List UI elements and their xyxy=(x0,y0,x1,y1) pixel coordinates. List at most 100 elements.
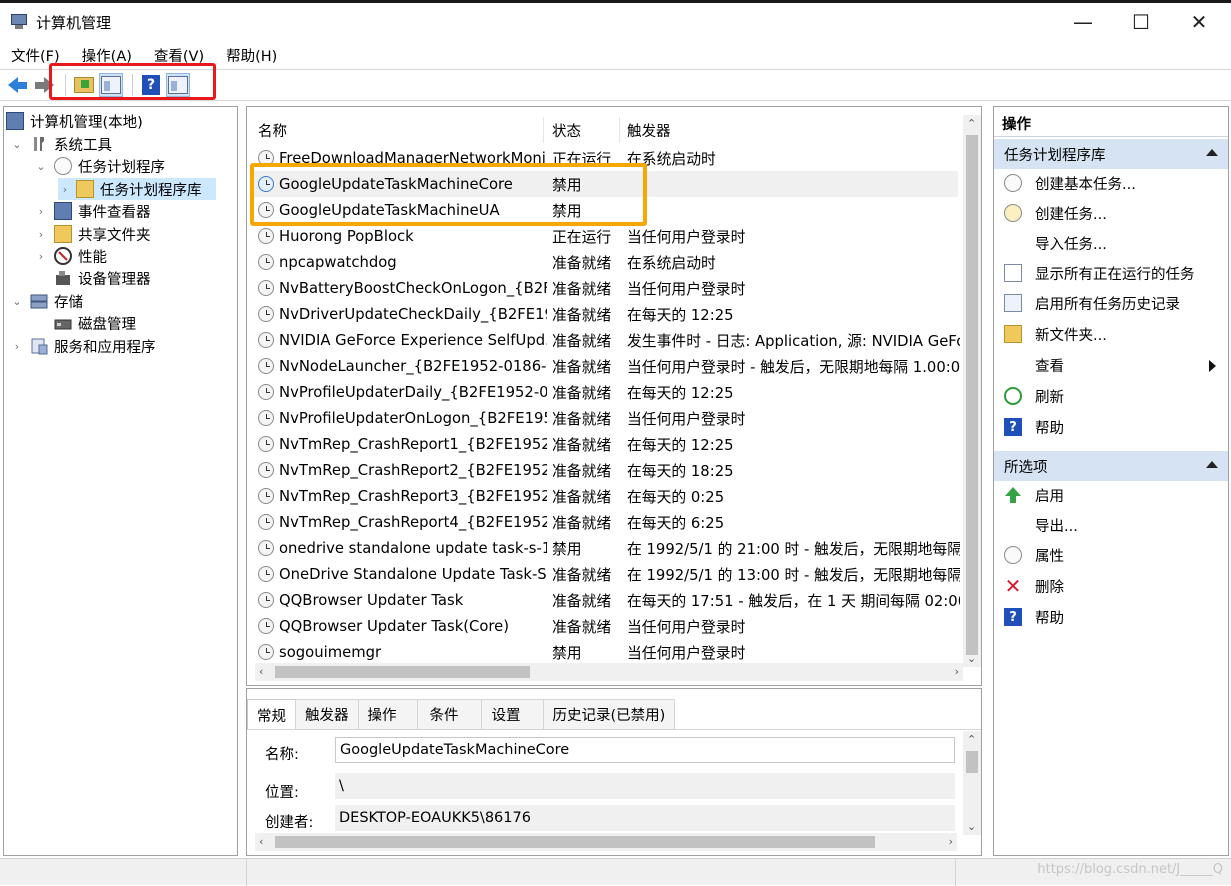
back-button[interactable] xyxy=(5,73,29,97)
chevron-right-icon[interactable]: › xyxy=(34,205,48,218)
tree-item-services-apps[interactable]: › 服务和应用程序 xyxy=(10,335,156,357)
column-header-trigger[interactable]: 触发器 xyxy=(627,117,671,143)
scroll-thumb[interactable] xyxy=(966,751,978,773)
tab-divider xyxy=(247,729,981,730)
create-task-action[interactable]: 创建任务... xyxy=(994,199,1228,227)
tree-item-system-tools[interactable]: ⌄ 系统工具 xyxy=(10,133,112,155)
table-row[interactable]: NvTmRep_CrashReport2_{B2FE1952... 准备就绪 在每天… xyxy=(252,457,958,483)
table-row[interactable]: OneDrive Standalone Update Task-S... 准备就绪… xyxy=(252,561,960,587)
tree-item-task-library[interactable]: › 任务计划程序库 xyxy=(58,178,216,200)
table-row[interactable]: NVIDIA GeForce Experience SelfUpd... 准备就绪… xyxy=(252,327,960,353)
table-row[interactable]: NvBatteryBoostCheckOnLogon_{B2F... 准备就绪 当任… xyxy=(252,275,958,301)
scroll-down-icon[interactable]: ⌄ xyxy=(967,652,976,665)
view-action[interactable]: 查看 xyxy=(994,351,1228,379)
table-row[interactable]: NvNodeLauncher_{B2FE1952-0186-... 准备就绪 当任何… xyxy=(252,353,960,379)
help-icon: ? xyxy=(1004,608,1022,626)
chevron-right-icon[interactable]: › xyxy=(10,340,24,353)
table-row[interactable]: QQBrowser Updater Task 准备就绪 在每天的 17:51 - 触… xyxy=(252,587,960,613)
tab-actions[interactable]: 操作 xyxy=(357,699,418,729)
detail-vertical-scrollbar[interactable]: ⌃ ⌄ xyxy=(963,731,981,835)
scroll-thumb[interactable] xyxy=(275,666,530,678)
column-header-status[interactable]: 状态 xyxy=(552,117,581,143)
task-status: 准备就绪 xyxy=(552,436,612,454)
column-divider[interactable] xyxy=(543,117,544,143)
minimize-button[interactable]: — xyxy=(1054,3,1112,41)
task-name: npcapwatchdog xyxy=(279,253,397,271)
enable-action[interactable]: 启用 xyxy=(994,481,1228,509)
help-action[interactable]: ? 帮助 xyxy=(994,413,1228,441)
actions-group-task-library[interactable]: 任务计划程序库 xyxy=(994,139,1228,169)
history-icon xyxy=(1004,294,1022,312)
tree-item-disk-management[interactable]: 磁盘管理 xyxy=(48,312,136,334)
collapse-up-icon[interactable] xyxy=(1206,149,1218,156)
table-row[interactable]: NvDriverUpdateCheckDaily_{B2FE19... 准备就绪在… xyxy=(252,301,958,327)
scroll-up-icon[interactable]: ⌃ xyxy=(967,733,976,746)
tree-item-root[interactable]: 计算机管理(本地) xyxy=(6,110,143,132)
column-divider[interactable] xyxy=(619,117,620,143)
tree-item-performance[interactable]: › 性能 xyxy=(34,245,107,267)
table-row[interactable]: npcapwatchdog 准备就绪 在系统启动时 xyxy=(252,249,958,275)
scroll-down-icon[interactable]: ⌄ xyxy=(967,820,976,833)
tree-item-event-viewer[interactable]: › 事件查看器 xyxy=(34,200,151,222)
tree-item-task-scheduler[interactable]: ⌄ 任务计划程序 xyxy=(34,155,165,177)
scroll-left-icon[interactable]: ‹ xyxy=(259,665,263,678)
menu-help[interactable]: 帮助(H) xyxy=(215,45,288,66)
table-row[interactable]: NvTmRep_CrashReport1_{B2FE1952... 准备就绪 在每天… xyxy=(252,431,958,457)
chevron-right-icon[interactable]: › xyxy=(34,250,48,263)
collapse-up-icon[interactable] xyxy=(1206,461,1218,468)
table-row[interactable]: NvTmRep_CrashReport4_{B2FE1952... 准备就绪 在每天… xyxy=(252,509,958,535)
help-selected-action[interactable]: ? 帮助 xyxy=(994,603,1228,631)
display-running-tasks-action[interactable]: 显示所有正在运行的任务 xyxy=(994,259,1228,287)
table-row[interactable]: Huorong PopBlock 正在运行 当任何用户登录时 xyxy=(252,223,958,249)
delete-x-icon: ✕ xyxy=(1004,574,1022,598)
delete-action[interactable]: ✕ 删除 xyxy=(994,572,1228,600)
chevron-down-icon[interactable]: ⌄ xyxy=(10,295,24,308)
import-task-action[interactable]: 导入任务... xyxy=(994,229,1228,257)
close-button[interactable]: ✕ xyxy=(1170,3,1228,41)
submenu-arrow-icon xyxy=(1209,360,1216,372)
scroll-left-icon[interactable]: ‹ xyxy=(259,835,263,848)
tab-settings[interactable]: 设置 xyxy=(480,699,544,729)
vertical-scrollbar[interactable]: ⌃ ⌄ xyxy=(963,115,981,667)
task-trigger: 当任何用户登录时 xyxy=(627,280,746,298)
chevron-down-icon[interactable]: ⌄ xyxy=(34,160,48,173)
chevron-down-icon[interactable]: ⌄ xyxy=(10,138,24,151)
tree-item-shared-folders[interactable]: › 共享文件夹 xyxy=(34,223,151,245)
detail-horizontal-scrollbar[interactable]: ‹ › xyxy=(255,833,957,851)
refresh-action[interactable]: 刷新 xyxy=(994,382,1228,410)
create-task-icon xyxy=(1004,204,1022,222)
chevron-right-icon[interactable]: › xyxy=(58,183,72,196)
tree-label: 设备管理器 xyxy=(78,271,151,288)
tab-history[interactable]: 历史记录(已禁用) xyxy=(542,699,676,729)
table-row[interactable]: onedrive standalone update task-s-1-... 禁… xyxy=(252,535,960,561)
tree-item-storage[interactable]: ⌄ 存储 xyxy=(10,290,83,312)
new-folder-action[interactable]: 新文件夹... xyxy=(994,320,1228,348)
actions-group-selected-item[interactable]: 所选项 xyxy=(994,451,1228,481)
name-field[interactable]: GoogleUpdateTaskMachineCore xyxy=(335,737,955,763)
create-basic-task-action[interactable]: 创建基本任务... xyxy=(994,169,1228,197)
enable-history-action[interactable]: 启用所有任务历史记录 xyxy=(994,289,1228,317)
table-row[interactable]: NvTmRep_CrashReport3_{B2FE1952... 准备就绪 在每天… xyxy=(252,483,958,509)
table-row[interactable]: sogouimemgr 禁用 当任何用户登录时 xyxy=(252,639,958,665)
scroll-thumb[interactable] xyxy=(275,836,875,848)
tab-general[interactable]: 常规 xyxy=(247,699,296,730)
group-label: 任务计划程序库 xyxy=(1004,147,1106,164)
tab-triggers[interactable]: 触发器 xyxy=(295,699,359,729)
horizontal-scrollbar[interactable]: ‹ › xyxy=(255,663,963,681)
export-action[interactable]: 导出... xyxy=(994,511,1228,539)
maximize-button[interactable]: ☐ xyxy=(1112,3,1170,41)
table-row[interactable]: QQBrowser Updater Task(Core) 准备就绪 当任何用户登录时 xyxy=(252,613,958,639)
properties-action[interactable]: 属性 xyxy=(994,541,1228,569)
scroll-right-icon[interactable]: › xyxy=(949,835,953,848)
table-row[interactable]: NvProfileUpdaterOnLogon_{B2FE195... 准备就绪当… xyxy=(252,405,958,431)
column-header-name[interactable]: 名称 xyxy=(258,117,287,143)
scroll-thumb[interactable] xyxy=(966,135,978,655)
table-row[interactable]: NvProfileUpdaterDaily_{B2FE1952-0... 准备就绪… xyxy=(252,379,958,405)
tab-conditions[interactable]: 条件 xyxy=(416,699,482,729)
back-arrow-icon xyxy=(7,77,27,93)
scroll-up-icon[interactable]: ⌃ xyxy=(967,117,976,130)
tree-item-device-manager[interactable]: 设备管理器 xyxy=(48,267,151,289)
chevron-right-icon[interactable]: › xyxy=(34,228,48,241)
action-label: 刷新 xyxy=(1035,389,1064,406)
scroll-right-icon[interactable]: › xyxy=(955,665,959,678)
